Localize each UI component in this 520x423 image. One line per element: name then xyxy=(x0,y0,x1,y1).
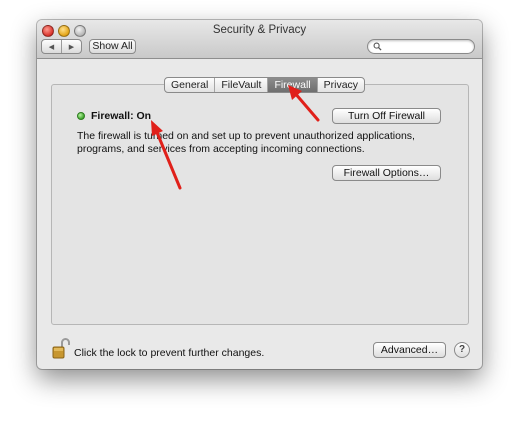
status-on-indicator-icon xyxy=(77,112,85,120)
tab-filevault[interactable]: FileVault xyxy=(214,78,267,92)
search-input[interactable] xyxy=(384,41,470,52)
search-field[interactable] xyxy=(367,39,475,54)
firewall-description: The firewall is turned on and set up to … xyxy=(77,130,415,155)
tab-bar: General FileVault Firewall Privacy xyxy=(164,77,366,93)
annotation-arrow-status xyxy=(151,120,182,190)
annotation-arrow-tab xyxy=(288,85,320,122)
search-icon xyxy=(373,42,382,51)
back-arrow-icon[interactable]: ◀ xyxy=(42,40,61,53)
turn-off-firewall-button[interactable]: Turn Off Firewall xyxy=(332,108,441,124)
lock-instruction: Click the lock to prevent further change… xyxy=(74,347,265,359)
window-title: Security & Privacy xyxy=(212,24,307,36)
firewall-status-label: Firewall: On xyxy=(91,110,152,122)
back-forward-control: ◀ ▶ xyxy=(41,39,82,54)
firewall-options-button[interactable]: Firewall Options… xyxy=(332,165,441,181)
lock-icon[interactable] xyxy=(52,337,70,359)
help-button[interactable]: ? xyxy=(454,342,470,358)
security-privacy-window: Security & Privacy ◀ ▶ Show All General … xyxy=(37,20,482,369)
tab-general[interactable]: General xyxy=(165,78,214,92)
toolbar: Security & Privacy ◀ ▶ Show All xyxy=(37,20,482,59)
firewall-status: Firewall: On xyxy=(77,110,151,122)
forward-arrow-icon[interactable]: ▶ xyxy=(61,40,81,53)
show-all-button[interactable]: Show All xyxy=(89,39,136,54)
advanced-button[interactable]: Advanced… xyxy=(373,342,446,358)
